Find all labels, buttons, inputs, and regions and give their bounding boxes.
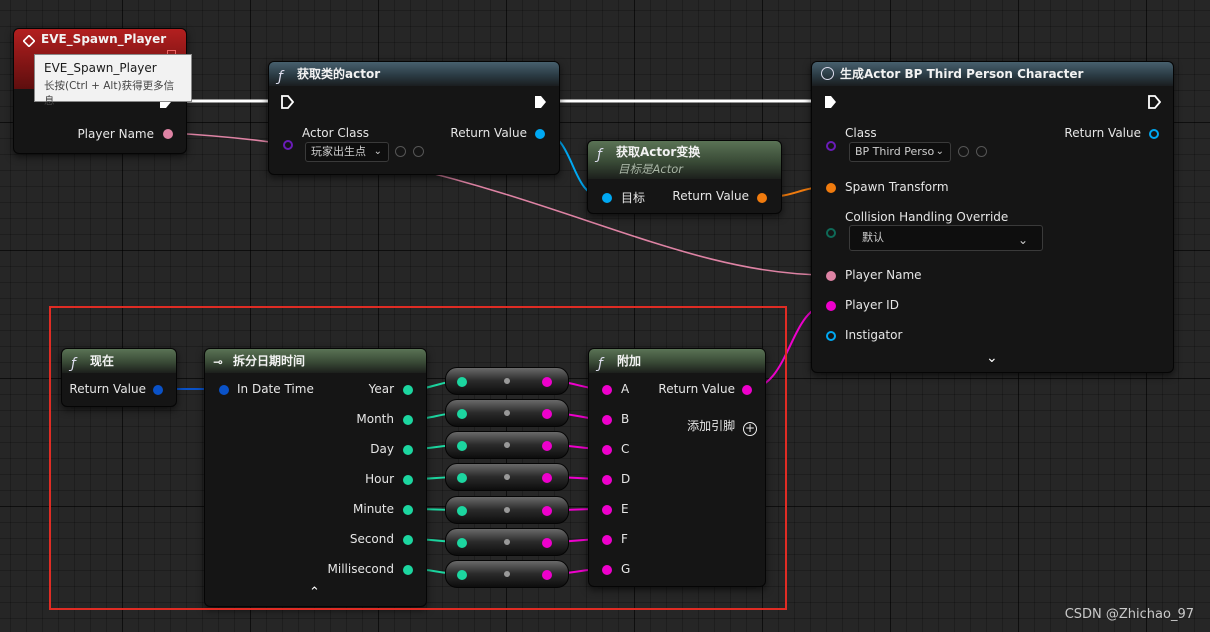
expand-chevron-icon[interactable]: ⌄ [986,350,998,366]
get-actor-return-label: Return Value [450,126,527,140]
class-label: Class [845,126,877,140]
watermark: CSDN @Zhichao_97 [1065,607,1194,622]
get-actor-of-class-node[interactable]: ƒ 获取类的actor Actor Class 玩家出生点 ⌄ Return V… [268,61,560,175]
get-actor-transform-node[interactable]: ƒ 获取Actor变换 目标是Actor 目标 Return Value [587,140,782,214]
search-icon[interactable] [413,146,424,157]
player-id-label: Player ID [845,298,899,312]
spawn-class-dropdown-value: BP Third Perso [855,145,935,158]
get-actor-of-class-title: 获取类的actor [297,67,381,81]
browse-icon[interactable] [958,146,969,157]
exec-in-pin[interactable] [824,95,837,109]
tooltip-hint: 长按(Ctrl + Alt)获得更多信息 [44,80,175,107]
actor-class-dropdown[interactable]: 玩家出生点 ⌄ [305,142,389,162]
spawn-actor-title: 生成Actor BP Third Person Character [840,67,1084,81]
collision-pin[interactable] [826,228,836,238]
class-pin[interactable] [826,141,836,151]
instigator-label: Instigator [845,328,903,342]
function-icon: ƒ [597,147,602,163]
get-actor-of-class-header[interactable]: ƒ 获取类的actor [269,62,559,86]
transform-return-pin[interactable] [757,193,767,203]
spawn-actor-header[interactable]: 生成Actor BP Third Person Character [812,62,1173,86]
get-actor-transform-header[interactable]: ƒ 获取Actor变换 [588,141,781,179]
exec-in-pin[interactable] [281,95,294,109]
event-player-name-label: Player Name [77,127,154,141]
actor-class-label: Actor Class [302,126,369,140]
spawn-transform-pin[interactable] [826,183,836,193]
spawn-transform-label: Spawn Transform [845,180,949,194]
event-node-title: EVE_Spawn_Player [41,32,167,46]
selection-box [49,306,787,610]
collision-dropdown-value: 默认 [862,231,884,244]
spawn-return-pin[interactable] [1149,129,1159,139]
spawn-icon [821,67,834,80]
target-label: 目标 [621,191,646,205]
exec-out-pin[interactable] [534,95,547,109]
get-actor-transform-subtitle: 目标是Actor [618,162,683,176]
event-player-name-pin[interactable] [163,129,173,139]
player-name-pin[interactable] [826,271,836,281]
chevron-down-icon: ⌄ [373,146,382,157]
search-icon[interactable] [976,146,987,157]
collision-dropdown[interactable]: 默认 ⌄ [849,225,1043,251]
actor-class-dropdown-value: 玩家出生点 [311,145,366,158]
spawn-class-dropdown[interactable]: BP Third Perso ⌄ [849,142,951,162]
chevron-down-icon: ⌄ [1017,233,1028,247]
event-tooltip: EVE_Spawn_Player 长按(Ctrl + Alt)获得更多信息 [34,54,192,107]
spawn-return-label: Return Value [1064,126,1141,140]
exec-out-pin[interactable] [1148,95,1161,109]
target-pin[interactable] [602,193,612,203]
collision-label: Collision Handling Override [845,210,1009,224]
spawn-actor-node[interactable]: 生成Actor BP Third Person Character Class … [811,61,1174,373]
event-diamond-icon [23,35,35,47]
function-icon: ƒ [278,69,283,85]
watermark-text: CSDN @Zhichao_97 [1064,607,1194,622]
get-actor-transform-title: 获取Actor变换 [616,145,701,159]
transform-return-label: Return Value [672,189,749,203]
tooltip-title: EVE_Spawn_Player [44,61,157,75]
instigator-pin[interactable] [826,331,836,341]
get-actor-return-pin[interactable] [535,129,545,139]
player-id-pin[interactable] [826,301,836,311]
actor-class-pin[interactable] [283,140,293,150]
player-name-label: Player Name [845,268,922,282]
chevron-down-icon: ⌄ [935,146,944,157]
browse-icon[interactable] [395,146,406,157]
